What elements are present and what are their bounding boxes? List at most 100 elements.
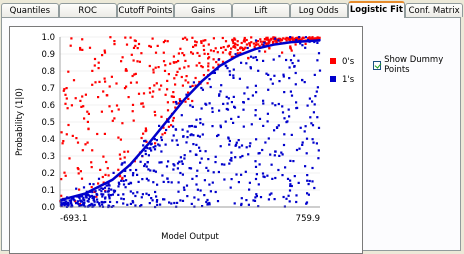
point-zero: [94, 81, 97, 84]
point-zero: [201, 66, 204, 69]
point-one: [212, 171, 215, 174]
point-zero: [61, 142, 64, 145]
point-one: [223, 163, 226, 166]
point-one: [283, 133, 286, 136]
tab-log-odds[interactable]: Log Odds: [289, 3, 348, 17]
point-one: [211, 125, 214, 128]
tab-gains[interactable]: Gains: [174, 3, 232, 17]
point-zero: [129, 36, 132, 39]
point-one: [113, 189, 117, 192]
point-one: [189, 150, 192, 153]
point-one: [222, 102, 225, 105]
point-zero: [110, 110, 114, 113]
show-dummy-points-checkbox[interactable]: Show Dummy Points: [373, 55, 460, 75]
point-one: [218, 109, 221, 112]
point-one: [144, 152, 147, 156]
checkbox-box[interactable]: [373, 60, 382, 70]
point-zero: [65, 87, 68, 90]
point-zero: [212, 58, 215, 61]
point-one: [217, 58, 220, 61]
tab-conf-matrix[interactable]: Conf. Matrix: [405, 3, 463, 17]
point-one: [230, 117, 233, 120]
point-one: [273, 154, 276, 157]
point-zero: [200, 40, 203, 43]
point-one: [274, 150, 277, 153]
point-zero: [166, 109, 170, 112]
point-zero: [63, 171, 66, 174]
point-one: [151, 199, 154, 202]
point-zero: [230, 47, 233, 50]
point-one: [318, 69, 322, 72]
tab-roc[interactable]: ROC: [58, 3, 117, 17]
point-zero: [60, 194, 63, 197]
point-zero: [81, 95, 84, 98]
point-zero: [86, 110, 89, 113]
point-one: [232, 68, 235, 71]
point-zero: [97, 182, 100, 185]
legend-label: 0's: [342, 57, 355, 67]
point-one: [150, 149, 153, 152]
point-one: [172, 168, 175, 171]
point-one: [317, 149, 320, 152]
point-one: [301, 44, 304, 47]
point-zero: [77, 168, 80, 171]
point-one: [246, 46, 249, 50]
point-one: [211, 181, 214, 184]
point-zero: [248, 44, 251, 47]
point-one: [289, 179, 292, 182]
point-one: [242, 108, 245, 111]
point-zero: [179, 47, 182, 50]
point-one: [270, 163, 273, 166]
point-one: [107, 187, 110, 190]
point-one: [136, 173, 139, 176]
point-one: [100, 190, 103, 193]
point-one: [308, 179, 311, 183]
point-one: [180, 114, 183, 117]
point-one: [227, 137, 230, 140]
tab-lift[interactable]: Lift: [232, 3, 290, 17]
point-one: [120, 163, 123, 166]
point-one: [115, 201, 119, 204]
point-zero: [135, 81, 138, 84]
point-one: [306, 174, 309, 177]
point-zero: [194, 76, 197, 80]
point-one: [160, 138, 163, 142]
point-one: [249, 142, 252, 145]
point-zero: [178, 67, 181, 70]
point-zero: [117, 108, 120, 111]
tab-logistic-fit[interactable]: Logistic Fit: [347, 1, 406, 18]
tab-quantiles[interactable]: Quantiles: [1, 3, 59, 17]
point-one: [122, 193, 125, 196]
tab-cutoff-points[interactable]: Cutoff Points: [116, 3, 175, 17]
point-zero: [98, 80, 101, 83]
point-zero: [117, 136, 120, 139]
point-zero: [121, 177, 124, 180]
point-one: [281, 174, 284, 177]
point-one: [208, 102, 211, 105]
point-one: [198, 146, 201, 149]
point-one: [303, 130, 306, 133]
point-one: [80, 200, 83, 203]
point-zero: [183, 66, 186, 69]
point-one: [248, 181, 251, 184]
point-zero: [136, 60, 139, 63]
point-zero: [87, 128, 90, 131]
point-one: [261, 172, 265, 175]
point-zero: [131, 110, 134, 113]
point-one: [257, 152, 260, 155]
point-one: [230, 178, 233, 181]
point-one: [258, 163, 261, 166]
point-one: [272, 58, 275, 61]
point-zero: [129, 81, 133, 84]
point-one: [267, 198, 270, 201]
point-one: [183, 157, 186, 160]
point-zero: [115, 82, 118, 85]
point-zero: [156, 44, 159, 47]
point-zero: [236, 43, 239, 47]
point-one: [102, 201, 105, 204]
point-one: [131, 174, 135, 177]
point-zero: [194, 44, 198, 47]
point-one: [185, 184, 189, 187]
point-one: [255, 58, 259, 62]
point-zero: [79, 48, 82, 51]
